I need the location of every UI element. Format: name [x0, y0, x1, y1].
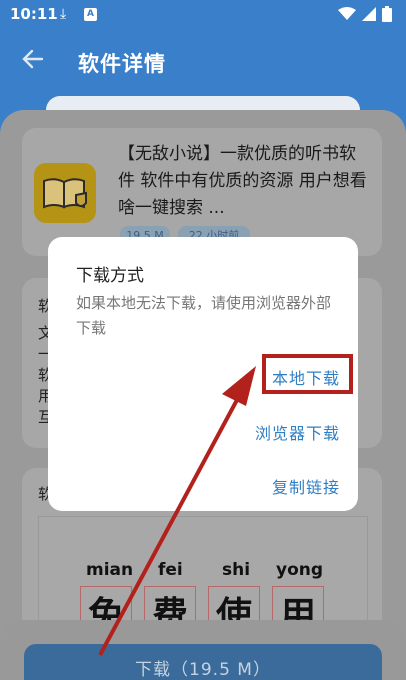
pinyin-row: mian fei shi yong — [0, 560, 406, 584]
status-bar: 10:11 ⤓ A — [0, 0, 406, 30]
highlight-box — [262, 354, 353, 394]
pinyin-shi: shi — [222, 560, 251, 580]
wifi-icon — [338, 7, 356, 20]
back-arrow-icon[interactable] — [20, 46, 48, 74]
app-bar: 软件详情 — [0, 30, 406, 94]
download-button[interactable]: 下载（19.5 M） — [24, 644, 382, 680]
browser-download-button[interactable]: 浏览器下载 — [255, 420, 340, 444]
dialog-message: 如果本地无法下载，请使用浏览器外部下载 — [76, 294, 332, 337]
dialog-title: 下载方式 — [76, 266, 144, 286]
pinyin-yong: yong — [276, 560, 324, 580]
status-time: 10:11 — [10, 5, 58, 23]
a-badge-icon: A — [84, 8, 97, 21]
battery-icon — [382, 6, 392, 22]
copy-link-button[interactable]: 复制链接 — [272, 474, 340, 498]
pinyin-mian: mian — [86, 560, 134, 580]
download-icon: ⤓ — [60, 6, 67, 22]
book-icon — [34, 163, 96, 223]
page-title: 软件详情 — [78, 52, 166, 76]
app-description: 【无敌小说】一款优质的听书软件 软件中有优质的资源 用户想看啥一键搜索 ... — [118, 144, 367, 218]
system-icons — [338, 6, 392, 22]
signal-icon — [362, 7, 376, 21]
pinyin-fei: fei — [158, 560, 183, 580]
